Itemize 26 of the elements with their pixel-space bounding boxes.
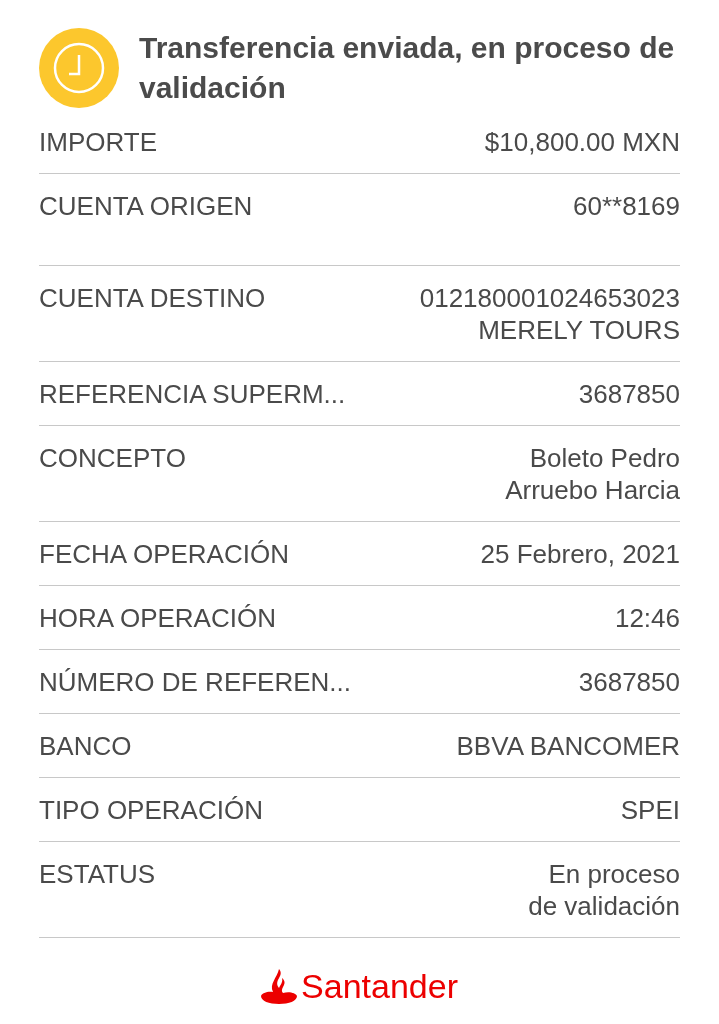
- field-label: HORA OPERACIÓN: [39, 602, 276, 634]
- field-value: 60**8169: [573, 190, 680, 222]
- field-label: CUENTA DESTINO: [39, 282, 266, 314]
- field-value: 012180001024653023 MERELY TOURS: [419, 282, 680, 346]
- field-label: CONCEPTO: [39, 442, 186, 474]
- field-value: Boleto Pedro Arruebo Harcia: [505, 442, 680, 506]
- field-label: IMPORTE: [39, 126, 157, 158]
- field-value: 25 Febrero, 2021: [480, 538, 680, 570]
- clock-icon: [39, 28, 119, 108]
- field-value: $10,800.00 MXN: [484, 126, 680, 158]
- field-label: CUENTA ORIGEN: [39, 190, 253, 222]
- flame-icon: [261, 968, 298, 1004]
- field-value: 12:46: [614, 602, 680, 634]
- field-value: BBVA BANCOMER: [456, 730, 680, 762]
- brand-name: Santander: [301, 966, 458, 1006]
- field-value: 3687850: [578, 378, 680, 410]
- field-label: REFERENCIA SUPERM...: [39, 378, 346, 410]
- field-label: FECHA OPERACIÓN: [39, 538, 289, 570]
- field-value: En proceso de validación: [528, 858, 680, 922]
- field-value: 3687850: [578, 666, 680, 698]
- status-title: Transferencia enviada, en proceso de validación: [139, 30, 676, 106]
- field-label: ESTATUS: [39, 858, 156, 890]
- field-label: NÚMERO DE REFEREN...: [39, 666, 352, 698]
- field-value: SPEI: [620, 794, 680, 826]
- field-label: BANCO: [39, 730, 132, 762]
- field-label: TIPO OPERACIÓN: [39, 794, 263, 826]
